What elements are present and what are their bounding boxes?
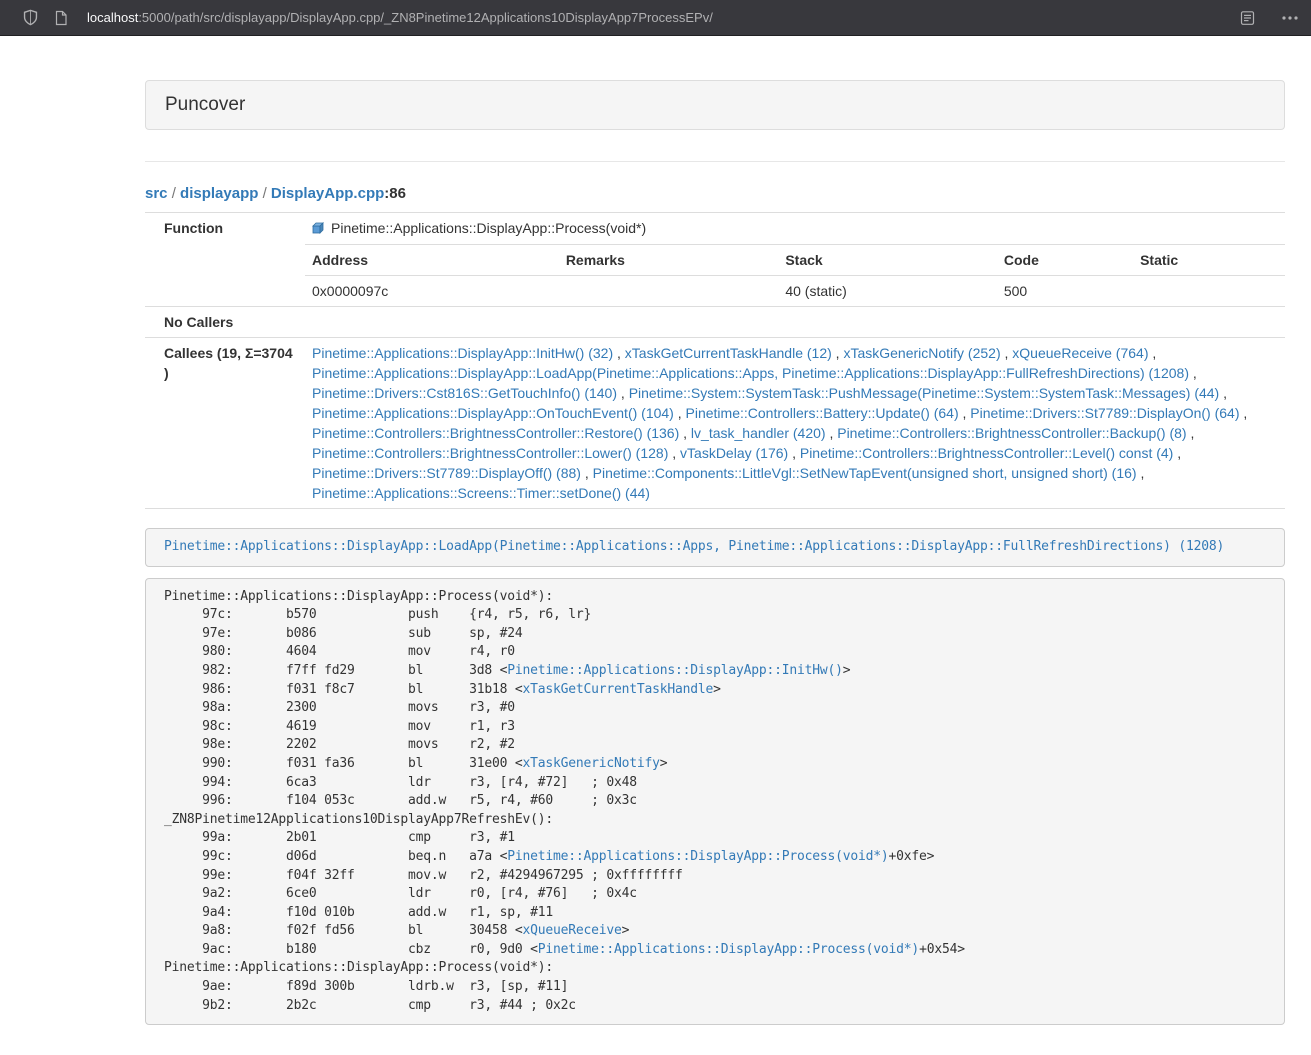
no-callers-label: No Callers bbox=[145, 307, 305, 338]
function-row-label: Function bbox=[145, 213, 305, 307]
callees-list: Pinetime::Applications::DisplayApp::Init… bbox=[305, 338, 1285, 509]
callee-separator: , bbox=[959, 405, 971, 421]
callee-link[interactable]: xTaskGetCurrentTaskHandle (12) bbox=[625, 345, 832, 361]
symbol-info-table: Function Pinetime::Applications::Display… bbox=[145, 212, 1285, 509]
more-menu-icon[interactable] bbox=[1281, 10, 1299, 26]
callee-separator: , bbox=[1189, 365, 1197, 381]
stats-stack: 40 (static) bbox=[778, 276, 997, 307]
main-content: Puncover src / displayapp / DisplayApp.c… bbox=[145, 36, 1285, 1025]
breadcrumb-file[interactable]: DisplayApp.cpp bbox=[271, 185, 384, 202]
breadcrumb-separator: / bbox=[258, 185, 271, 202]
stats-header-address: Address bbox=[305, 245, 559, 276]
callee-link[interactable]: lv_task_handler (420) bbox=[691, 425, 826, 441]
stats-table: Address Remarks Stack Code Static 0x0000… bbox=[305, 245, 1285, 306]
callees-label: Callees (19, Σ=3704 ) bbox=[145, 338, 305, 509]
stats-address: 0x0000097c bbox=[305, 276, 559, 307]
no-callers-row: No Callers bbox=[145, 307, 1285, 338]
function-type-icon bbox=[312, 219, 324, 239]
highlighted-symbol-link[interactable]: Pinetime::Applications::DisplayApp::Load… bbox=[164, 539, 1224, 554]
disassembly-symbol-link[interactable]: Pinetime::Applications::DisplayApp::Init… bbox=[507, 663, 843, 678]
callee-separator: , bbox=[1219, 385, 1227, 401]
callee-link[interactable]: Pinetime::Drivers::St7789::DisplayOn() (… bbox=[970, 405, 1239, 421]
browser-toolbar: localhost:5000/path/src/displayapp/Displ… bbox=[0, 0, 1311, 36]
stats-header-code: Code bbox=[997, 245, 1133, 276]
callee-separator: , bbox=[826, 425, 838, 441]
function-row: Function Pinetime::Applications::Display… bbox=[145, 213, 1285, 245]
callee-link[interactable]: Pinetime::Applications::DisplayApp::Init… bbox=[312, 345, 613, 361]
callee-separator: , bbox=[832, 345, 844, 361]
callee-link[interactable]: xTaskGenericNotify (252) bbox=[843, 345, 1000, 361]
callee-link[interactable]: Pinetime::Controllers::Battery::Update()… bbox=[686, 405, 959, 421]
callee-link[interactable]: Pinetime::Components::LittleVgl::SetNewT… bbox=[593, 465, 1137, 481]
divider bbox=[145, 161, 1285, 162]
shield-icon[interactable] bbox=[22, 9, 39, 26]
url-host: localhost bbox=[87, 10, 138, 25]
stats-remarks bbox=[559, 276, 779, 307]
app-title-panel: Puncover bbox=[145, 80, 1285, 130]
breadcrumb-line-number: :86 bbox=[384, 185, 406, 202]
stats-cell: Address Remarks Stack Code Static 0x0000… bbox=[305, 245, 1285, 307]
callee-link[interactable]: Pinetime::Controllers::BrightnessControl… bbox=[312, 445, 668, 461]
stats-header-remarks: Remarks bbox=[559, 245, 779, 276]
callee-link[interactable]: Pinetime::Controllers::BrightnessControl… bbox=[800, 445, 1173, 461]
callee-link[interactable]: xQueueReceive (764) bbox=[1012, 345, 1148, 361]
callee-separator: , bbox=[788, 445, 800, 461]
breadcrumb-src[interactable]: src bbox=[145, 185, 168, 202]
callee-link[interactable]: vTaskDelay (176) bbox=[680, 445, 788, 461]
callee-separator: , bbox=[1137, 465, 1145, 481]
callees-row: Callees (19, Σ=3704 ) Pinetime::Applicat… bbox=[145, 338, 1285, 509]
disassembly-symbol-link[interactable]: xTaskGenericNotify bbox=[522, 756, 659, 771]
disassembly-symbol-link[interactable]: xQueueReceive bbox=[522, 923, 621, 938]
breadcrumb-displayapp[interactable]: displayapp bbox=[180, 185, 258, 202]
callee-link[interactable]: Pinetime::Controllers::BrightnessControl… bbox=[312, 425, 679, 441]
function-name-cell: Pinetime::Applications::DisplayApp::Proc… bbox=[305, 213, 1285, 245]
callee-separator: , bbox=[581, 465, 593, 481]
breadcrumb: src / displayapp / DisplayApp.cpp:86 bbox=[145, 184, 1285, 204]
callee-separator: , bbox=[613, 345, 625, 361]
stats-header-static: Static bbox=[1133, 245, 1285, 276]
disassembly-symbol-link[interactable]: xTaskGetCurrentTaskHandle bbox=[522, 682, 713, 697]
callee-separator: , bbox=[679, 425, 691, 441]
callee-separator: , bbox=[1187, 425, 1195, 441]
callee-separator: , bbox=[1173, 445, 1181, 461]
function-name: Pinetime::Applications::DisplayApp::Proc… bbox=[331, 220, 646, 236]
highlighted-symbol-box: Pinetime::Applications::DisplayApp::Load… bbox=[145, 528, 1285, 567]
stats-values-row: 0x0000097c 40 (static) 500 bbox=[305, 276, 1285, 307]
callee-separator: , bbox=[1240, 405, 1248, 421]
app-title: Puncover bbox=[165, 94, 245, 115]
disassembly-symbol-link[interactable]: Pinetime::Applications::DisplayApp::Proc… bbox=[507, 849, 888, 864]
stats-header-stack: Stack bbox=[778, 245, 997, 276]
stats-code: 500 bbox=[997, 276, 1133, 307]
page-info-icon[interactable] bbox=[54, 10, 68, 26]
callee-link[interactable]: Pinetime::Applications::DisplayApp::OnTo… bbox=[312, 405, 674, 421]
callee-separator: , bbox=[617, 385, 629, 401]
callee-link[interactable]: Pinetime::Drivers::Cst816S::GetTouchInfo… bbox=[312, 385, 617, 401]
no-callers-value bbox=[305, 307, 1285, 338]
callee-link[interactable]: Pinetime::Applications::Screens::Timer::… bbox=[312, 485, 650, 501]
callee-link[interactable]: Pinetime::System::SystemTask::PushMessag… bbox=[629, 385, 1220, 401]
callee-separator: , bbox=[674, 405, 686, 421]
breadcrumb-separator: / bbox=[168, 185, 181, 202]
callee-link[interactable]: Pinetime::Applications::DisplayApp::Load… bbox=[312, 365, 1189, 381]
callee-separator: , bbox=[668, 445, 680, 461]
reader-view-icon[interactable] bbox=[1240, 10, 1255, 26]
url-path: :5000/path/src/displayapp/DisplayApp.cpp… bbox=[138, 10, 713, 25]
stats-row-wrapper: Address Remarks Stack Code Static 0x0000… bbox=[145, 245, 1285, 307]
stats-static bbox=[1133, 276, 1285, 307]
callee-link[interactable]: Pinetime::Drivers::St7789::DisplayOff() … bbox=[312, 465, 581, 481]
callee-separator: , bbox=[1001, 345, 1013, 361]
disassembly-symbol-link[interactable]: Pinetime::Applications::DisplayApp::Proc… bbox=[538, 942, 919, 957]
disassembly: Pinetime::Applications::DisplayApp::Proc… bbox=[145, 578, 1285, 1026]
callee-link[interactable]: Pinetime::Controllers::BrightnessControl… bbox=[837, 425, 1186, 441]
callee-separator: , bbox=[1148, 345, 1156, 361]
url-bar[interactable]: localhost:5000/path/src/displayapp/Displ… bbox=[87, 10, 1224, 25]
